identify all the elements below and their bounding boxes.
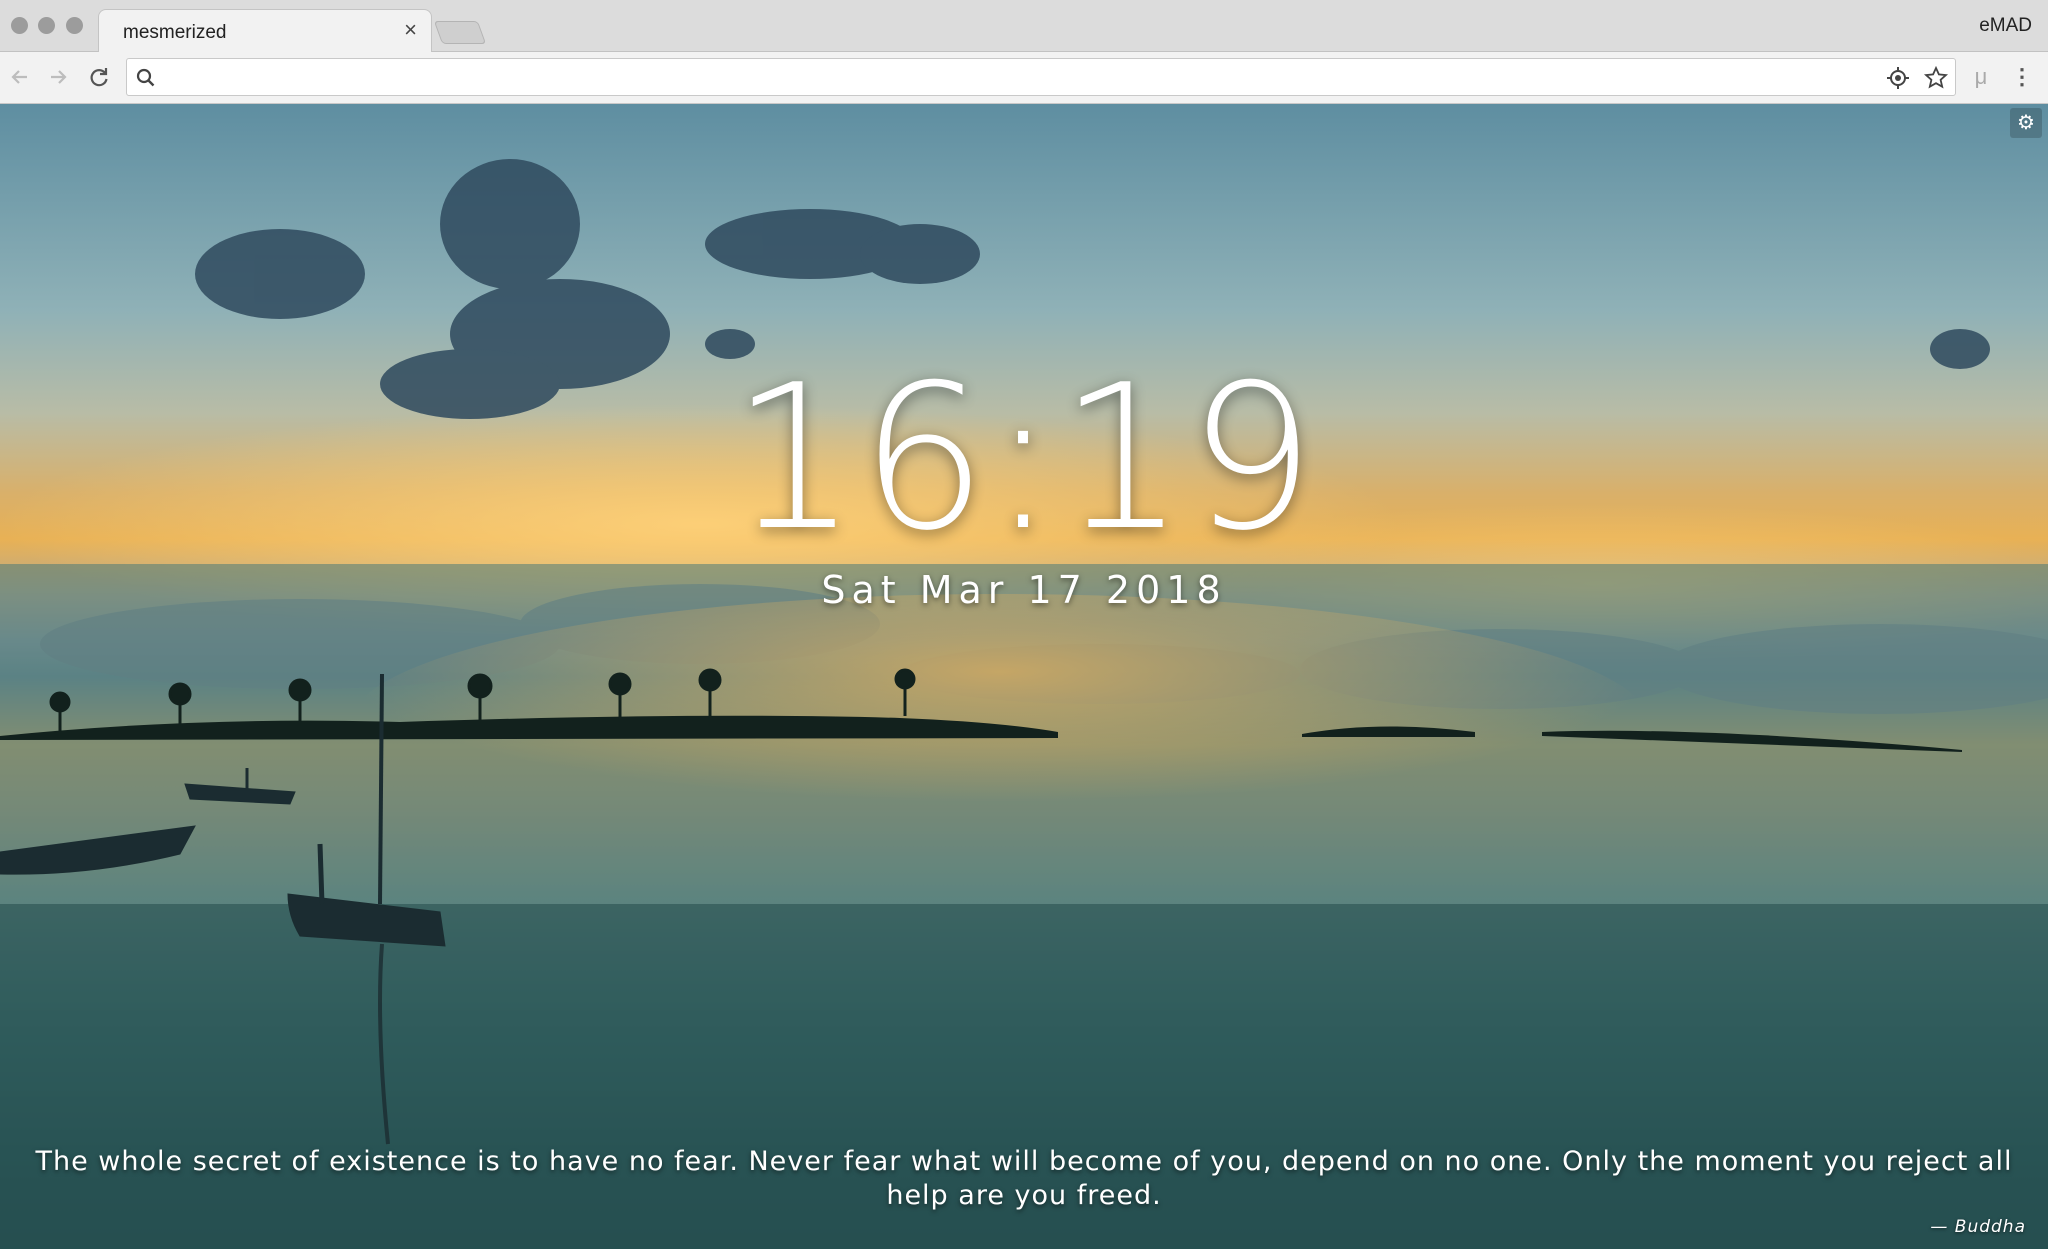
reload-icon[interactable] (84, 62, 114, 92)
kebab-menu-icon[interactable]: ⋮ (2007, 62, 2037, 92)
tab-strip: mesmerized × eMAD (0, 0, 2048, 53)
clock-date: Sat Mar 17 2018 (821, 568, 1227, 612)
close-window-icon[interactable] (11, 17, 28, 34)
new-tab-page: ⚙ 16:19 Sat Mar 17 2018 The whole secret… (0, 104, 2048, 1249)
browser-toolbar: μ ⋮ (0, 52, 2048, 104)
location-target-icon[interactable] (1885, 65, 1911, 91)
quote-author: — Buddha (1930, 1217, 2026, 1237)
search-icon (133, 65, 159, 91)
extension-mu-icon[interactable]: μ (1966, 62, 1996, 92)
tab-title: mesmerized (123, 22, 227, 43)
active-tab[interactable]: mesmerized × (98, 9, 432, 53)
tab-close-icon[interactable]: × (404, 19, 417, 41)
background-sunset-image (0, 159, 2048, 1249)
minimize-window-icon[interactable] (38, 17, 55, 34)
maximize-window-icon[interactable] (66, 17, 83, 34)
forward-arrow-icon[interactable] (43, 62, 73, 92)
back-arrow-icon[interactable] (5, 62, 35, 92)
clock-time: 16:19 (730, 342, 1318, 575)
quote-text: The whole secret of existence is to have… (35, 1146, 2013, 1211)
new-tab-button[interactable] (433, 21, 487, 44)
settings-gear-icon[interactable]: ⚙ (2010, 108, 2042, 138)
star-icon[interactable] (1923, 65, 1949, 91)
profile-name[interactable]: eMAD (1979, 15, 2032, 37)
address-bar[interactable] (126, 58, 1956, 96)
